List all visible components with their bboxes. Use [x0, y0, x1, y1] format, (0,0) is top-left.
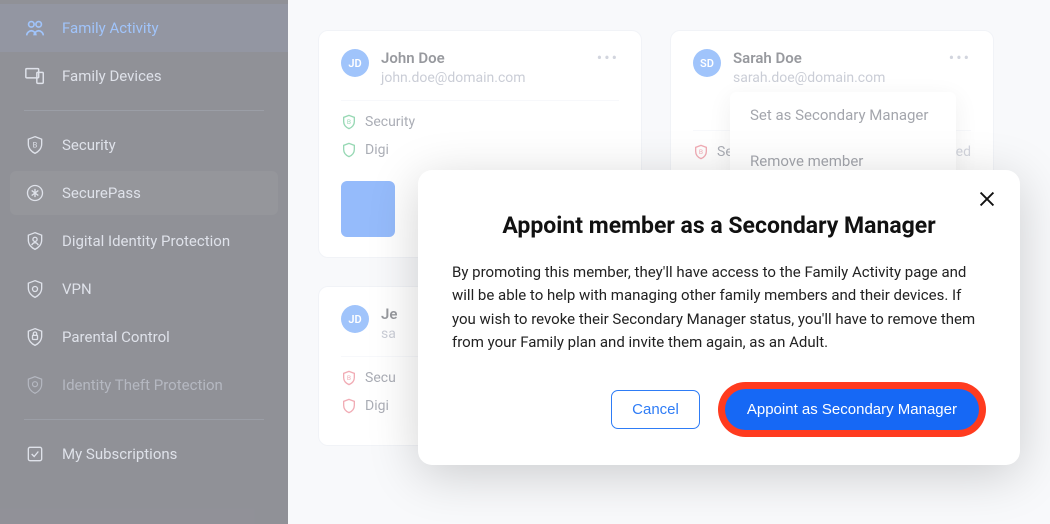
appoint-secondary-modal: Appoint member as a Secondary Manager By… — [418, 170, 1020, 465]
modal-title: Appoint member as a Secondary Manager — [452, 212, 986, 239]
cancel-button[interactable]: Cancel — [611, 390, 700, 429]
appoint-button[interactable]: Appoint as Secondary Manager — [725, 389, 979, 430]
close-icon[interactable] — [976, 188, 1000, 212]
highlight-ring: Appoint as Secondary Manager — [718, 382, 986, 437]
modal-body: By promoting this member, they'll have a… — [452, 261, 986, 354]
